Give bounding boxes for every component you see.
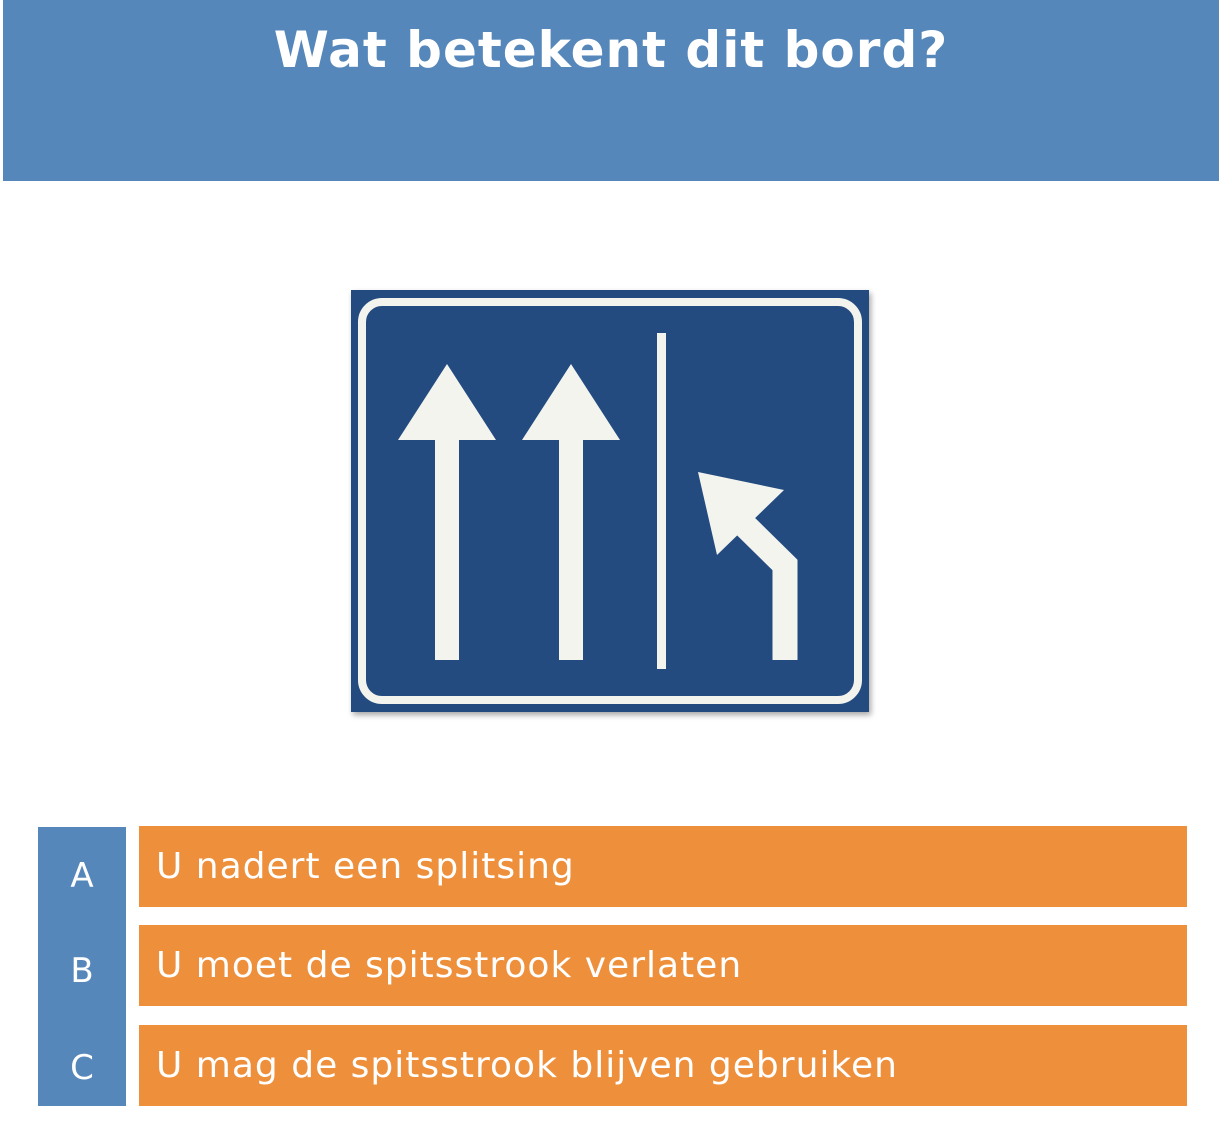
answer-option-a[interactable]: U nadert een splitsing [139, 826, 1187, 907]
question-title: Wat betekent dit bord? [273, 21, 949, 79]
answer-option-b[interactable]: U moet de spitsstrook verlaten [139, 925, 1187, 1006]
answer-letter-c: C [70, 1048, 94, 1088]
answer-text-b: U moet de spitsstrook verlaten [156, 945, 743, 986]
answer-letter-b: B [70, 951, 94, 991]
question-header: Wat betekent dit bord? [3, 0, 1219, 181]
answer-option-c[interactable]: U mag de spitsstrook blijven gebruiken [139, 1025, 1187, 1106]
traffic-sign [351, 290, 869, 712]
answer-letter-a: A [70, 856, 94, 896]
answer-letters-column: A B C [38, 827, 126, 1106]
lane-split-sign-icon [351, 290, 869, 712]
answer-text-a: U nadert een splitsing [156, 846, 575, 887]
answer-text-c: U mag de spitsstrook blijven gebruiken [156, 1045, 898, 1086]
